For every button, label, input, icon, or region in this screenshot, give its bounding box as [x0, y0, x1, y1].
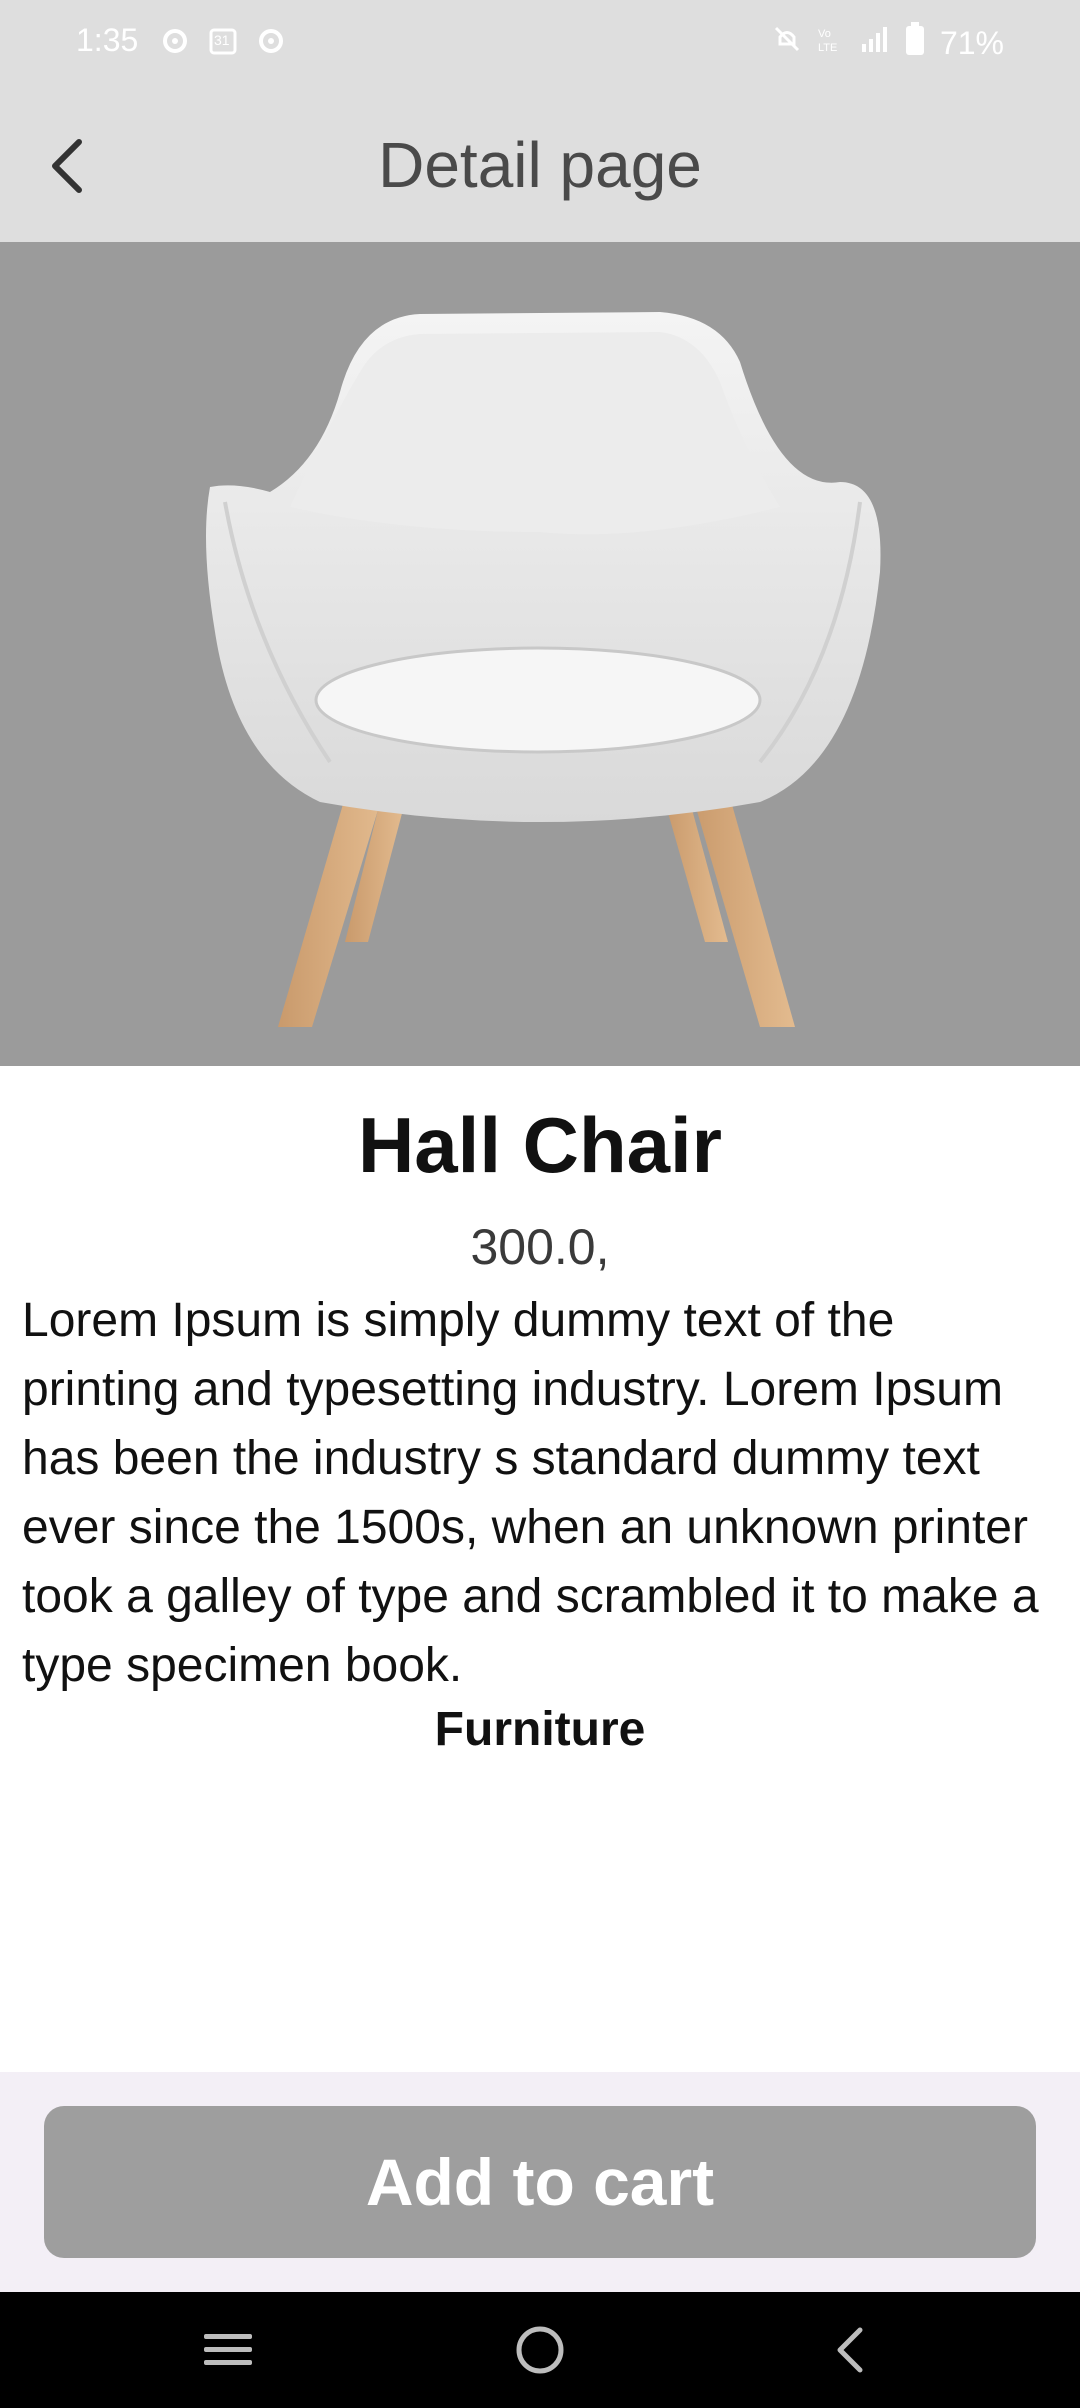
- product-name: Hall Chair: [357, 1101, 723, 1189]
- battery-icon: [904, 22, 926, 64]
- bottom-action-panel: Add to cart: [0, 2072, 1080, 2292]
- status-bar: 1:35 31 Vo LTE 71%: [0, 0, 1080, 88]
- battery-level: 71%: [939, 24, 1004, 61]
- signal-icon: [860, 24, 890, 62]
- volte-icon: Vo LTE: [816, 24, 846, 62]
- product-category: Furniture: [434, 1703, 646, 1756]
- back-icon: [837, 2327, 863, 2373]
- product-price: 300.0,: [470, 1219, 610, 1275]
- status-time: 1:35: [76, 22, 139, 58]
- calendar-day: 31: [214, 32, 230, 48]
- settings-gear-icon: [256, 26, 286, 61]
- add-to-cart-button[interactable]: Add to cart: [44, 2106, 1036, 2258]
- svg-text:LTE: LTE: [818, 42, 837, 54]
- status-right: Vo LTE 71%: [772, 22, 1004, 64]
- product-image: [0, 242, 1080, 1066]
- mute-icon: [772, 24, 802, 62]
- svg-text:Vo: Vo: [818, 28, 831, 40]
- page-title: Detail page: [378, 129, 702, 201]
- product-description: Lorem Ipsum is simply dummy text of the …: [22, 1294, 1039, 1692]
- home-icon: [516, 2326, 564, 2374]
- recent-apps-icon: [204, 2334, 252, 2365]
- system-navigation-bar: [0, 2292, 1080, 2408]
- home-button[interactable]: [500, 2320, 580, 2380]
- status-left-icons: 31: [160, 26, 286, 61]
- app-bar: Detail page: [0, 88, 1080, 242]
- calendar-icon: 31: [208, 26, 238, 61]
- recent-apps-button[interactable]: [188, 2320, 268, 2380]
- settings-gear-icon: [160, 26, 190, 61]
- system-back-button[interactable]: [810, 2320, 890, 2380]
- armchair-illustration: [206, 312, 881, 1027]
